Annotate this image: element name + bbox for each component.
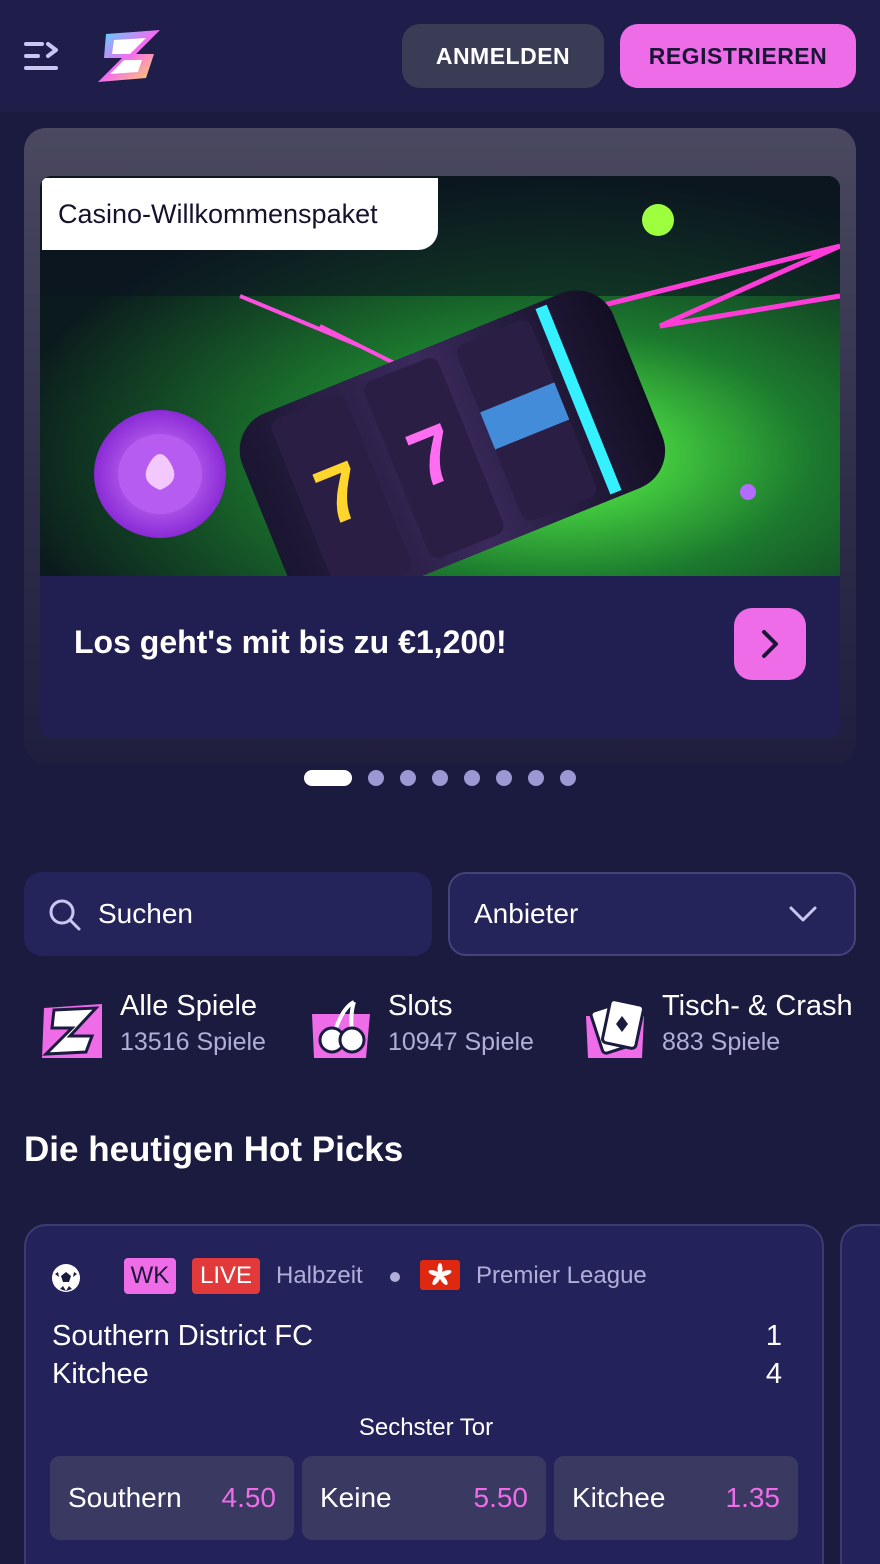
carousel-dot[interactable]: [432, 770, 448, 786]
away-team: Kitchee: [52, 1358, 149, 1390]
next-match-card-peek[interactable]: [840, 1224, 880, 1564]
brand-logo-icon[interactable]: [94, 28, 166, 84]
promo-next-button[interactable]: [734, 608, 806, 680]
login-button[interactable]: ANMELDEN: [402, 24, 604, 88]
promo-banner-card[interactable]: 7 7 Casino-Willkommenspaket Los geht's m…: [40, 176, 840, 738]
carousel-dot[interactable]: [464, 770, 480, 786]
z-logo-icon: [42, 1004, 102, 1058]
chevron-down-icon: [789, 906, 817, 922]
section-title: Die heutigen Hot Picks: [24, 1130, 404, 1169]
carousel-dot[interactable]: [496, 770, 512, 786]
league-name: Premier League: [476, 1262, 647, 1289]
odd-label: Kitchee: [572, 1482, 666, 1513]
odd-label: Southern: [68, 1482, 182, 1513]
carousel-dot-active[interactable]: [304, 770, 352, 786]
odd-button-away[interactable]: Kitchee 1.35: [554, 1456, 798, 1540]
promo-footer: Los geht's mit bis zu €1,200!: [40, 576, 840, 738]
search-box: [24, 872, 432, 956]
register-button[interactable]: REGISTRIEREN: [620, 24, 856, 88]
match-status: Halbzeit: [276, 1262, 363, 1289]
live-badge: LIVE: [192, 1258, 260, 1294]
home-score: 1: [765, 1320, 782, 1352]
promo-headline: Los geht's mit bis zu €1,200!: [74, 624, 507, 660]
chevron-right-icon: [762, 630, 778, 658]
category-count: 10947 Spiele: [388, 1028, 534, 1056]
separator-dot: [390, 1272, 400, 1282]
odd-label: Keine: [320, 1482, 392, 1513]
promo-tag: Casino-Willkommenspaket: [42, 178, 438, 250]
menu-icon[interactable]: [22, 38, 62, 74]
carousel-dot[interactable]: [400, 770, 416, 786]
top-header: ANMELDEN REGISTRIEREN: [0, 0, 880, 112]
odd-value: 5.50: [473, 1482, 529, 1513]
odd-button-none[interactable]: Keine 5.50: [302, 1456, 546, 1540]
soccer-ball-icon: [52, 1264, 80, 1292]
odd-value: 4.50: [221, 1482, 277, 1513]
carousel-dots: [0, 768, 880, 788]
match-meta: WK LIVE Halbzeit Premier League: [50, 1258, 810, 1294]
category-title: Tisch- & Crash: [662, 990, 853, 1022]
category-count: 13516 Spiele: [120, 1028, 266, 1056]
category-slots[interactable]: Slots 10947 Spiele: [308, 990, 548, 1070]
cards-icon: [586, 998, 645, 1058]
wk-badge: WK: [124, 1258, 176, 1294]
carousel-dot[interactable]: [368, 770, 384, 786]
search-input[interactable]: [98, 894, 418, 934]
provider-dropdown-label: Anbieter: [474, 898, 579, 929]
match-card[interactable]: WK LIVE Halbzeit Premier League Southern…: [24, 1224, 824, 1564]
carousel-dot[interactable]: [560, 770, 576, 786]
odd-value: 1.35: [725, 1482, 781, 1513]
category-all-games[interactable]: Alle Spiele 13516 Spiele: [40, 990, 280, 1070]
category-table-crash[interactable]: Tisch- & Crash 883 Spiele: [582, 990, 880, 1070]
home-team: Southern District FC: [52, 1320, 314, 1352]
category-title: Slots: [388, 990, 453, 1022]
cherries-icon: [312, 1000, 370, 1058]
category-count: 883 Spiele: [662, 1028, 781, 1056]
provider-dropdown[interactable]: Anbieter: [448, 872, 856, 956]
carousel-dot[interactable]: [528, 770, 544, 786]
away-score: 4: [765, 1358, 782, 1390]
odd-button-home[interactable]: Southern 4.50: [50, 1456, 294, 1540]
search-icon: [49, 899, 81, 931]
category-title: Alle Spiele: [120, 990, 258, 1022]
hong-kong-flag-icon: [420, 1260, 460, 1290]
market-title: Sechster Tor: [358, 1414, 494, 1441]
